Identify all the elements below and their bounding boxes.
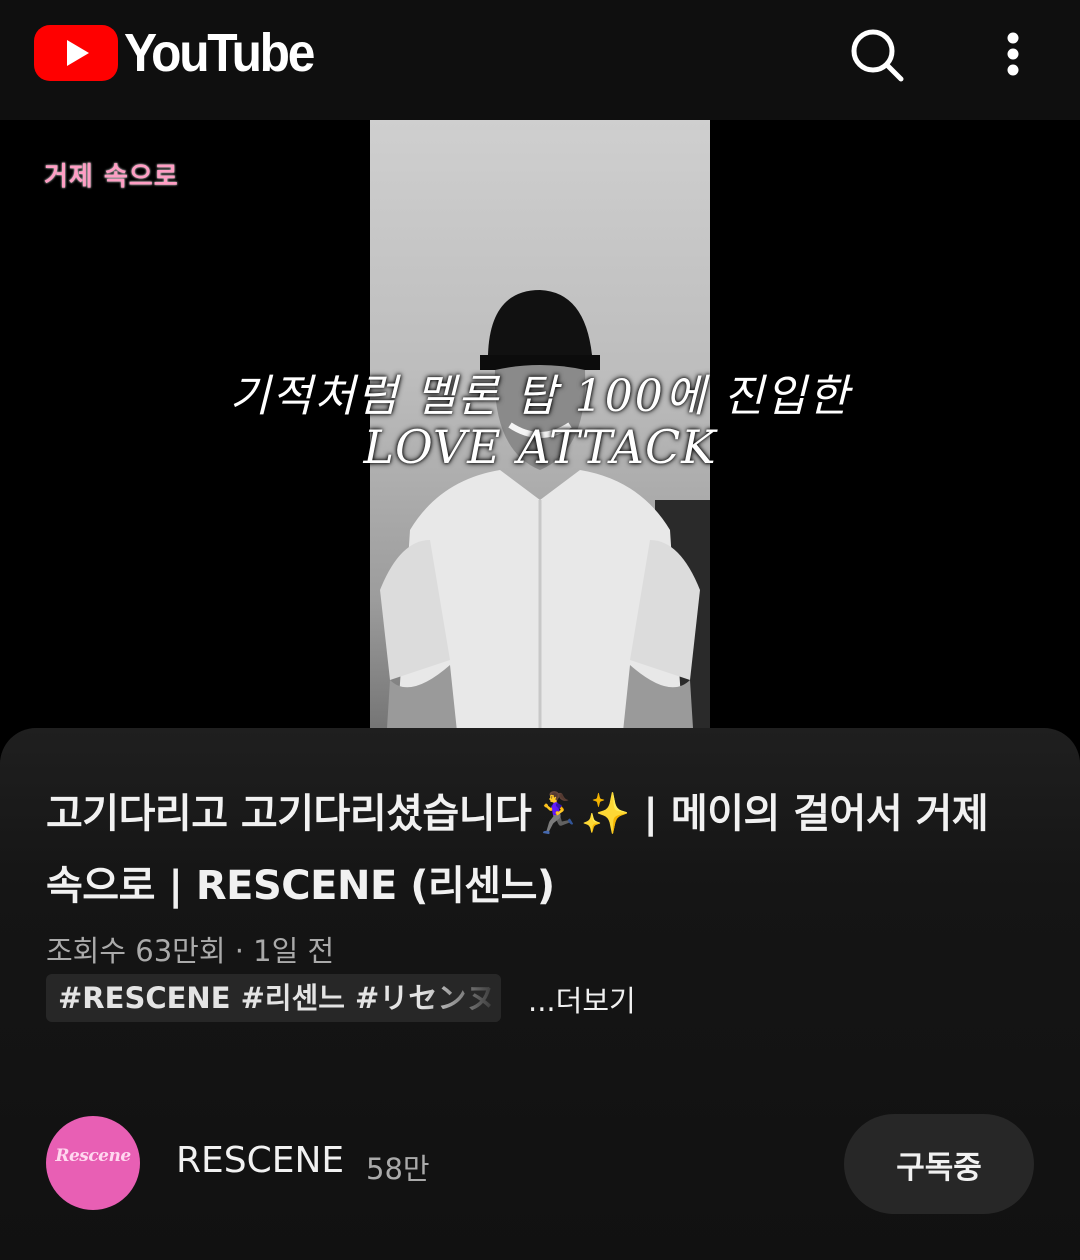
video-player[interactable]: 거제 속으로 기적처럼 멜론 탑 100에 진입한 LOVE ATTACK: [0, 120, 1080, 760]
youtube-logo[interactable]: YouTube: [34, 23, 329, 83]
channel-row: Rescene RESCENE 58만 구독중: [0, 1114, 1080, 1216]
video-caption-line2: LOVE ATTACK: [363, 420, 717, 474]
youtube-play-icon: [34, 25, 118, 81]
top-app-bar: YouTube: [0, 0, 1080, 120]
logo-text: YouTube: [124, 23, 315, 83]
search-icon: [851, 29, 904, 82]
avatar-logo-text: Rescene: [55, 1146, 131, 1166]
video-meta: 조회수 63만회 · 1일 전: [46, 934, 335, 968]
search-button[interactable]: [846, 24, 906, 84]
channel-name[interactable]: RESCENE: [176, 1140, 344, 1181]
video-caption-line1: 기적처럼 멜론 탑 100에 진입한: [229, 371, 851, 422]
channel-avatar[interactable]: Rescene: [46, 1116, 140, 1210]
video-title[interactable]: 고기다리고 고기다리셨습니다🏃‍♀️✨ | 메이의 걸어서 거제 속으로 | R…: [46, 778, 1036, 922]
hashtags-fade: [421, 974, 501, 1022]
hashtags[interactable]: #RESCENE #리센느 #リセンヌ: [46, 974, 501, 1022]
video-details-panel: 고기다리고 고기다리셨습니다🏃‍♀️✨ | 메이의 걸어서 거제 속으로 | R…: [0, 728, 1080, 1260]
more-options-button[interactable]: [984, 24, 1044, 84]
subscriber-count: 58만: [366, 1152, 430, 1186]
subscribed-button[interactable]: 구독중: [844, 1114, 1034, 1214]
more-vert-icon: [1007, 32, 1019, 76]
more-description-link[interactable]: ...더보기: [528, 978, 636, 1020]
show-logo: 거제 속으로: [44, 162, 179, 192]
